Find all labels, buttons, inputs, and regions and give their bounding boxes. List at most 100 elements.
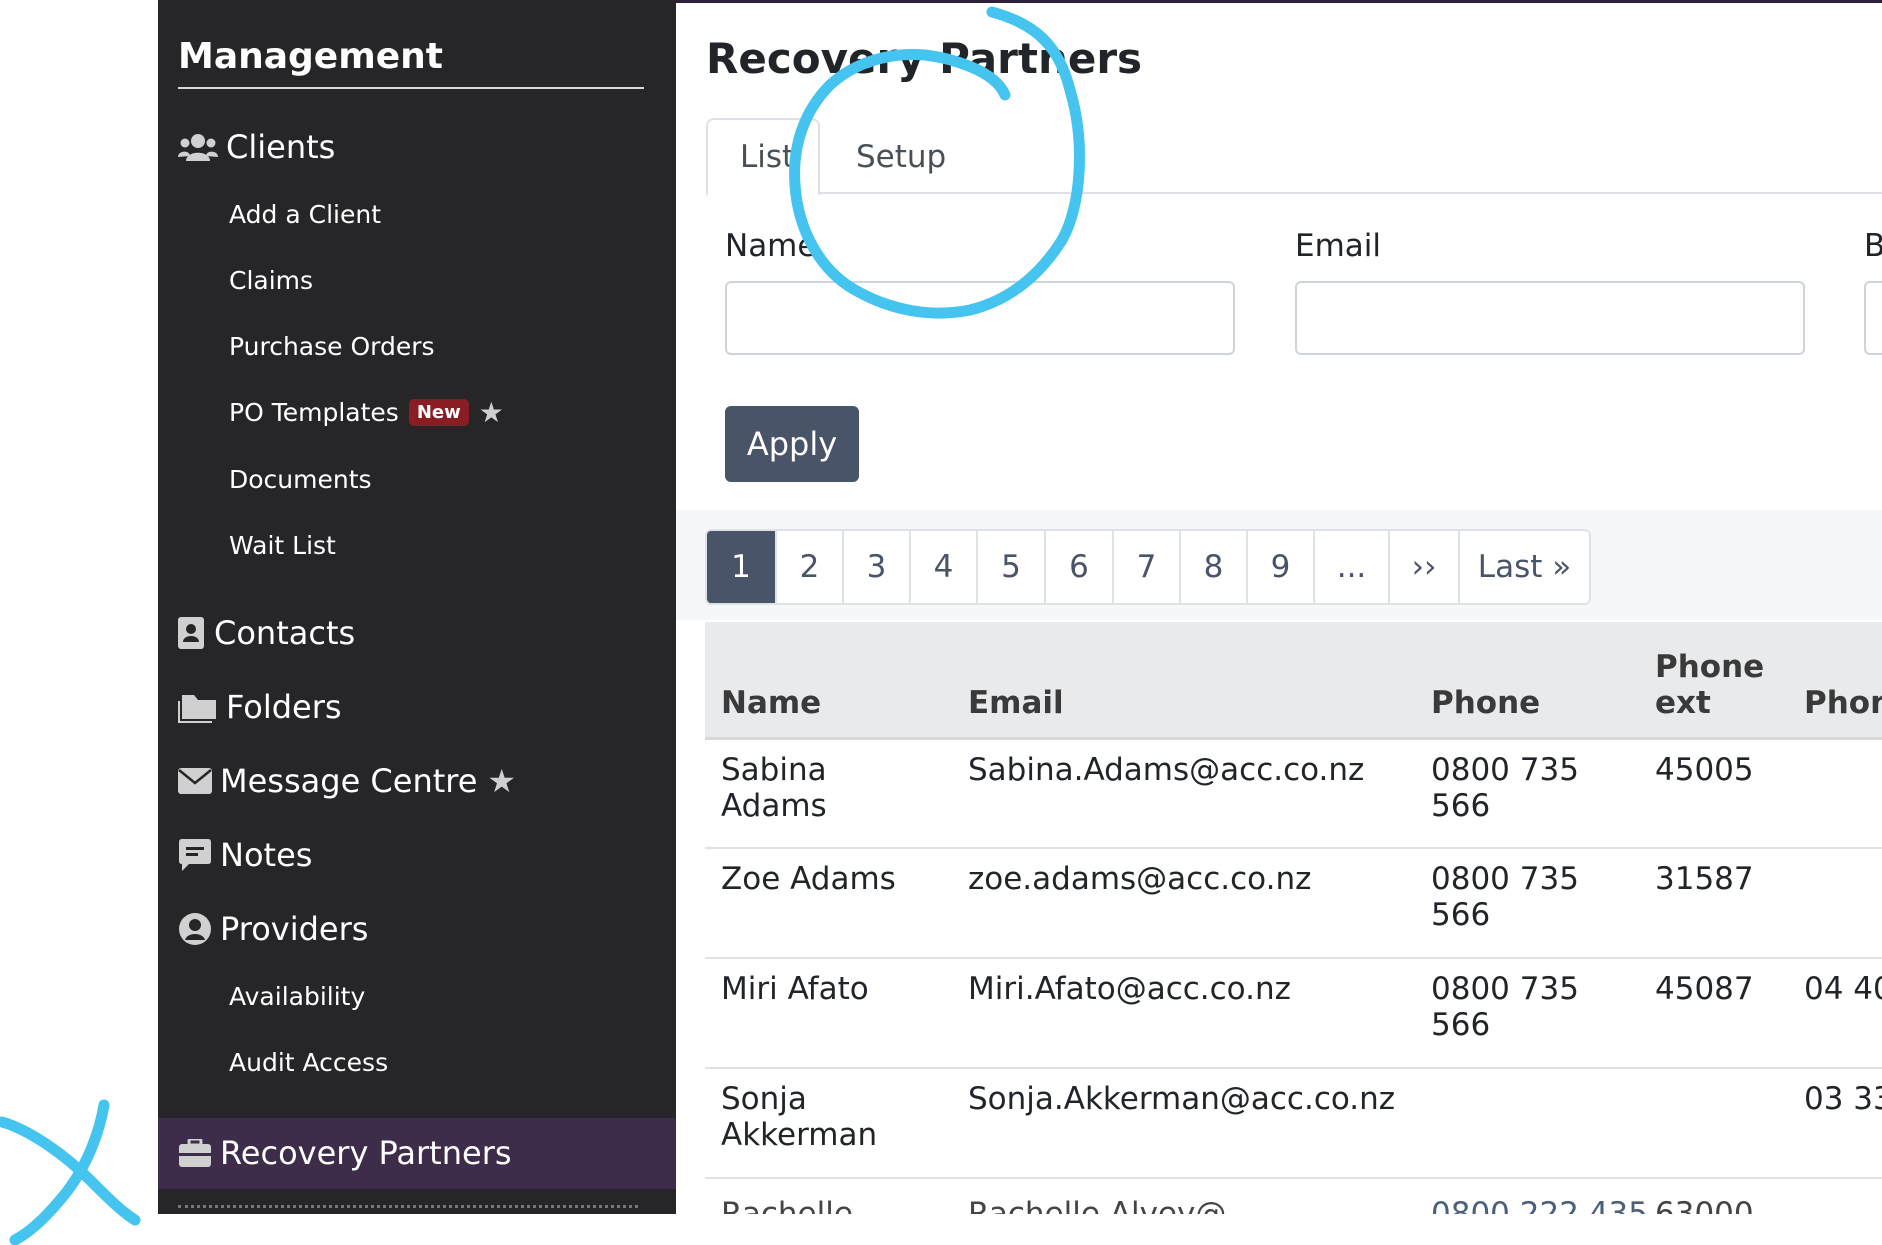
page-ellipsis: ... bbox=[1313, 531, 1388, 603]
sidebar-subitem-label: Claims bbox=[229, 266, 314, 295]
cell-name: Miri Afato bbox=[705, 958, 952, 1069]
new-badge: New bbox=[408, 399, 469, 426]
page-link-5[interactable]: 5 bbox=[976, 531, 1044, 603]
column-header-name[interactable]: Name bbox=[705, 622, 952, 740]
page-title: Recovery Partners bbox=[706, 34, 1143, 83]
sidebar-subitem-label: Documents bbox=[229, 465, 372, 494]
table-row-partial: Rachelle Rachelle.Alvey@ 0800 222 435 63… bbox=[705, 1196, 1882, 1214]
sidebar-item-label: Clients bbox=[226, 128, 336, 166]
email-filter-label: Email bbox=[1295, 228, 1382, 264]
recovery-partners-table: Name Email Phone Phone ext Phon Sabina A… bbox=[705, 622, 1882, 1179]
cell-phone2-link[interactable]: 04 40 bbox=[1788, 958, 1882, 1069]
sidebar-item-contacts[interactable]: Contacts bbox=[178, 614, 355, 652]
cell-phone-ext: 63000 bbox=[1655, 1196, 1754, 1214]
sidebar-subitem-availability[interactable]: Availability bbox=[229, 982, 365, 1011]
apply-button[interactable]: Apply bbox=[725, 406, 859, 482]
page-link-1[interactable]: 1 bbox=[707, 531, 775, 603]
sidebar-subitem-label: Availability bbox=[229, 982, 366, 1011]
sidebar-item-label: Providers bbox=[220, 910, 369, 948]
column-header-phone-ext[interactable]: Phone ext bbox=[1639, 622, 1788, 740]
cell-phone-ext: 45005 bbox=[1639, 738, 1788, 849]
sidebar-subitem-documents[interactable]: Documents bbox=[229, 465, 372, 494]
sidebar-subitem-purchase-orders[interactable]: Purchase Orders bbox=[229, 332, 435, 361]
contact-card-icon bbox=[178, 616, 206, 650]
next-pages-button[interactable]: ›› bbox=[1388, 531, 1458, 603]
sidebar-item-notes[interactable]: Notes bbox=[178, 836, 312, 874]
table-row[interactable]: Zoe Adams zoe.adams@acc.co.nz 0800 735 5… bbox=[705, 848, 1882, 959]
sidebar-subitem-add-client[interactable]: Add a Client bbox=[229, 200, 381, 229]
top-border bbox=[676, 0, 1882, 3]
sidebar-subitem-wait-list[interactable]: Wait List bbox=[229, 531, 336, 560]
cell-phone-ext: 31587 bbox=[1639, 848, 1788, 959]
table-row[interactable]: Sabina Adams Sabina.Adams@acc.co.nz 0800… bbox=[705, 738, 1882, 849]
tab-bar: List Setup bbox=[706, 118, 1882, 196]
last-page-button[interactable]: Last » bbox=[1458, 531, 1589, 603]
sidebar-subitem-label: Purchase Orders bbox=[229, 332, 435, 361]
sidebar-item-folders[interactable]: Folders bbox=[178, 688, 342, 726]
page-link-8[interactable]: 8 bbox=[1179, 531, 1246, 603]
sidebar-subitem-claims[interactable]: Claims bbox=[229, 266, 313, 295]
cell-name: Sonja Akkerman bbox=[705, 1068, 952, 1179]
sidebar-subitem-label: Audit Access bbox=[229, 1048, 389, 1077]
cell-email: zoe.adams@acc.co.nz bbox=[952, 848, 1415, 959]
page-link-6[interactable]: 6 bbox=[1044, 531, 1112, 603]
annotation-cross-stroke-1 bbox=[0, 1116, 141, 1226]
cell-phone-link[interactable]: 0800 735 566 bbox=[1415, 958, 1639, 1069]
cell-phone-link[interactable]: 0800 222 435 bbox=[1431, 1196, 1648, 1214]
main-content: Recovery Partners List Setup Name Email … bbox=[676, 0, 1882, 1214]
cell-phone2-link[interactable]: 03 33 bbox=[1788, 1068, 1882, 1179]
sidebar-subitem-po-templates[interactable]: PO Templates New ★ bbox=[229, 396, 504, 429]
sidebar-item-label: Contacts bbox=[214, 614, 356, 652]
cell-phone2-link[interactable] bbox=[1788, 848, 1882, 959]
tab-setup[interactable]: Setup bbox=[824, 118, 978, 196]
sidebar-subitem-audit-access[interactable]: Audit Access bbox=[229, 1048, 388, 1077]
column-header-phone[interactable]: Phone bbox=[1415, 622, 1639, 740]
cell-email: Sonja.Akkerman@acc.co.nz bbox=[952, 1068, 1415, 1179]
user-circle-icon bbox=[178, 912, 212, 946]
table-row[interactable]: Miri Afato Miri.Afato@acc.co.nz 0800 735… bbox=[705, 958, 1882, 1069]
name-filter-input[interactable] bbox=[725, 281, 1235, 355]
cell-phone2-link[interactable] bbox=[1788, 738, 1882, 849]
sidebar: Management Clients Add a Client Claims P… bbox=[158, 0, 676, 1214]
annotation-cross-stroke-2 bbox=[9, 1099, 110, 1245]
envelope-icon bbox=[178, 764, 212, 798]
third-filter-input[interactable] bbox=[1864, 281, 1882, 355]
star-icon[interactable]: ★ bbox=[487, 762, 516, 800]
third-filter-label: B bbox=[1864, 228, 1882, 264]
cell-name: Sabina Adams bbox=[705, 738, 952, 849]
column-header-email[interactable]: Email bbox=[952, 622, 1415, 740]
sidebar-item-label: Folders bbox=[226, 688, 342, 726]
sidebar-subitem-label: Wait List bbox=[229, 531, 336, 560]
sidebar-item-providers[interactable]: Providers bbox=[178, 910, 368, 948]
pagination: 1 2 3 4 5 6 7 8 9 ... ›› Last » bbox=[705, 529, 1591, 605]
folder-icon bbox=[178, 690, 218, 724]
star-icon[interactable]: ★ bbox=[479, 396, 504, 429]
page-link-7[interactable]: 7 bbox=[1112, 531, 1179, 603]
page-link-4[interactable]: 4 bbox=[909, 531, 976, 603]
page-link-3[interactable]: 3 bbox=[842, 531, 909, 603]
sidebar-subitem-label: PO Templates bbox=[229, 398, 399, 427]
tab-list[interactable]: List bbox=[706, 118, 820, 196]
briefcase-icon bbox=[178, 1136, 212, 1170]
sidebar-item-label: Message Centre bbox=[220, 762, 478, 800]
cell-name: Rachelle bbox=[721, 1196, 853, 1214]
sidebar-item-message-centre[interactable]: Message Centre ★ bbox=[178, 762, 516, 800]
cell-email: Sabina.Adams@acc.co.nz bbox=[952, 738, 1415, 849]
sidebar-cutoff-item bbox=[178, 1205, 638, 1214]
table-row[interactable]: Sonja Akkerman Sonja.Akkerman@acc.co.nz … bbox=[705, 1068, 1882, 1179]
note-icon bbox=[178, 838, 212, 872]
cell-email: Miri.Afato@acc.co.nz bbox=[952, 958, 1415, 1069]
column-header-phone2[interactable]: Phon bbox=[1788, 622, 1882, 740]
sidebar-subitem-label: Add a Client bbox=[229, 200, 381, 229]
cell-phone-link[interactable] bbox=[1415, 1068, 1639, 1179]
page-link-9[interactable]: 9 bbox=[1246, 531, 1313, 603]
sidebar-item-recovery-partners[interactable]: Recovery Partners bbox=[178, 1134, 512, 1172]
cell-phone-link[interactable]: 0800 735 566 bbox=[1415, 848, 1639, 959]
sidebar-item-clients[interactable]: Clients bbox=[178, 128, 335, 166]
sidebar-item-label: Notes bbox=[220, 836, 313, 874]
cell-name: Zoe Adams bbox=[705, 848, 952, 959]
cell-phone-link[interactable]: 0800 735 566 bbox=[1415, 738, 1639, 849]
email-filter-input[interactable] bbox=[1295, 281, 1805, 355]
sidebar-title: Management bbox=[178, 36, 644, 89]
page-link-2[interactable]: 2 bbox=[775, 531, 842, 603]
